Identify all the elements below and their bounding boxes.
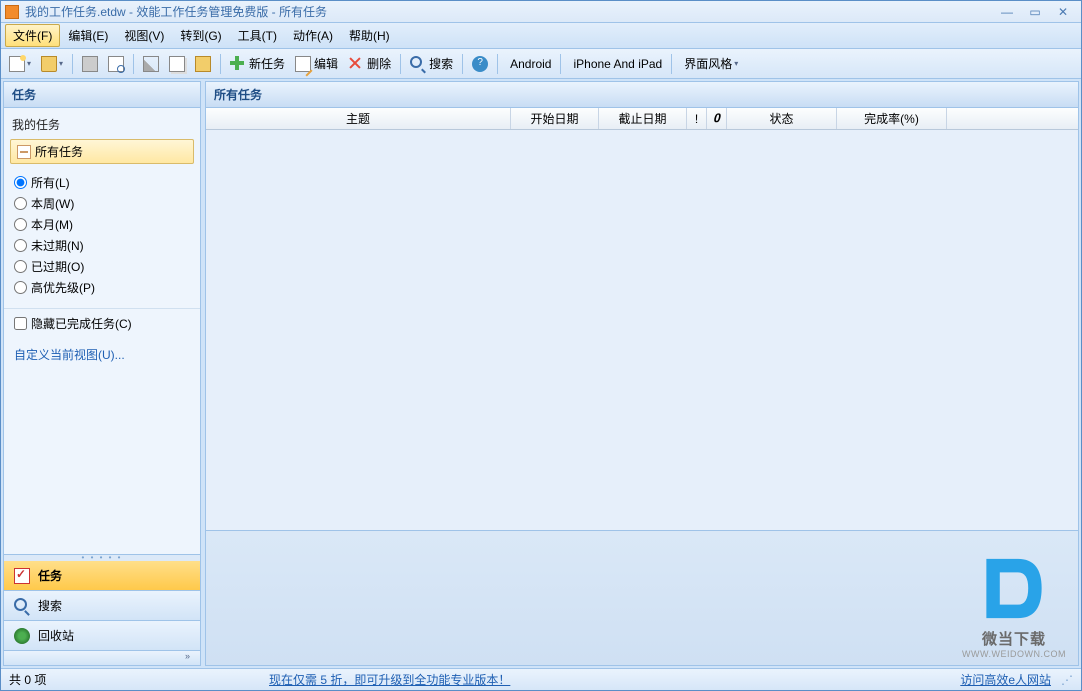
sidebar-header: 任务 [3, 81, 201, 108]
separator [462, 54, 463, 74]
tree-all-tasks[interactable]: 所有任务 [10, 139, 194, 164]
col-priority[interactable]: ! [687, 108, 707, 129]
nav-search[interactable]: 搜索 [4, 591, 200, 621]
window-title: 我的工作任务.etdw - 效能工作任务管理免费版 - 所有任务 [25, 3, 993, 20]
status-bar: 共 0 项 现在仅需 5 折，即可升级到全功能专业版本！ 访问高效e人网站 ⋰ [1, 668, 1081, 690]
filter-high-priority[interactable]: 高优先级(P) [14, 277, 190, 298]
delete-button[interactable]: 删除 [344, 52, 395, 76]
toolbar: ▾ ▾ 新任务 编辑 删除 搜索 ? Android iPhone And iP… [1, 49, 1081, 79]
col-subject[interactable]: 主题 [206, 108, 511, 129]
tree-label: 所有任务 [35, 143, 83, 160]
title-bar: 我的工作任务.etdw - 效能工作任务管理免费版 - 所有任务 — ▭ ✕ [1, 1, 1081, 23]
task-icon [17, 145, 31, 159]
col-status[interactable]: 状态 [727, 108, 837, 129]
task-icon [14, 568, 30, 584]
col-spacer [947, 108, 1078, 129]
copy-button[interactable] [165, 52, 189, 76]
close-button[interactable]: ✕ [1049, 3, 1077, 21]
separator [133, 54, 134, 74]
custom-view-link[interactable]: 自定义当前视图(U)... [14, 348, 125, 362]
filter-all[interactable]: 所有(L) [14, 172, 190, 193]
new-task-button[interactable]: 新任务 [226, 52, 289, 76]
nav-collapse[interactable]: » [4, 651, 200, 665]
content-header: 所有任务 [205, 81, 1079, 108]
preview-pane: 微当下载 WWW.WEIDOWN.COM [205, 531, 1079, 666]
col-due-date[interactable]: 截止日期 [599, 108, 687, 129]
help-button[interactable]: ? [468, 52, 492, 76]
col-start-date[interactable]: 开始日期 [511, 108, 599, 129]
menu-action[interactable]: 动作(A) [285, 24, 341, 47]
website-link[interactable]: 访问高效e人网站 [960, 673, 1051, 687]
cut-button[interactable] [139, 52, 163, 76]
android-button[interactable]: Android [503, 52, 555, 76]
separator [560, 54, 561, 74]
maximize-button[interactable]: ▭ [1021, 3, 1049, 21]
preview-button[interactable] [104, 52, 128, 76]
nav-recycle[interactable]: 回收站 [4, 621, 200, 651]
theme-button[interactable]: 界面风格▾ [677, 52, 742, 76]
separator [671, 54, 672, 74]
promo-link[interactable]: 现在仅需 5 折，即可升级到全功能专业版本！ [269, 673, 510, 687]
watermark-text: 微当下载 [962, 628, 1066, 649]
menu-bar: 文件(F) 编辑(E) 视图(V) 转到(G) 工具(T) 动作(A) 帮助(H… [1, 23, 1081, 49]
menu-goto[interactable]: 转到(G) [172, 24, 229, 47]
search-icon [14, 598, 30, 614]
separator [220, 54, 221, 74]
filter-overdue[interactable]: 已过期(O) [14, 256, 190, 277]
watermark-url: WWW.WEIDOWN.COM [962, 649, 1066, 659]
filter-not-overdue[interactable]: 未过期(N) [14, 235, 190, 256]
nav-tasks[interactable]: 任务 [4, 561, 200, 591]
table-header: 主题 开始日期 截止日期 ! 𝟎 状态 完成率(%) [206, 108, 1078, 130]
menu-tools[interactable]: 工具(T) [230, 24, 285, 47]
separator [72, 54, 73, 74]
open-button[interactable]: ▾ [37, 52, 67, 76]
table-body[interactable] [206, 130, 1078, 530]
filter-this-week[interactable]: 本周(W) [14, 193, 190, 214]
hide-completed-checkbox[interactable]: 隐藏已完成任务(C) [4, 308, 200, 338]
watermark: 微当下载 WWW.WEIDOWN.COM [962, 551, 1066, 659]
status-count: 共 0 项 [9, 671, 269, 688]
edit-button[interactable]: 编辑 [291, 52, 342, 76]
menu-file[interactable]: 文件(F) [5, 24, 60, 47]
sidebar: 任务 我的任务 所有任务 所有(L) 本周(W) 本月(M) 未过期(N) 已过… [3, 81, 201, 666]
paste-button[interactable] [191, 52, 215, 76]
filter-this-month[interactable]: 本月(M) [14, 214, 190, 235]
content-area: 所有任务 主题 开始日期 截止日期 ! 𝟎 状态 完成率(%) [205, 81, 1079, 666]
menu-help[interactable]: 帮助(H) [341, 24, 398, 47]
search-button[interactable]: 搜索 [406, 52, 457, 76]
new-doc-button[interactable]: ▾ [5, 52, 35, 76]
col-completion[interactable]: 完成率(%) [837, 108, 947, 129]
menu-view[interactable]: 视图(V) [116, 24, 172, 47]
menu-edit[interactable]: 编辑(E) [60, 24, 116, 47]
minimize-button[interactable]: — [993, 3, 1021, 21]
print-button[interactable] [78, 52, 102, 76]
separator [497, 54, 498, 74]
col-attachment[interactable]: 𝟎 [707, 108, 727, 129]
iphone-button[interactable]: iPhone And iPad [566, 52, 666, 76]
separator [400, 54, 401, 74]
app-icon [5, 5, 19, 19]
resize-grip[interactable]: ⋰ [1061, 673, 1073, 687]
recycle-icon [14, 628, 30, 644]
watermark-logo [974, 551, 1054, 626]
my-tasks-heading: 我的任务 [4, 112, 200, 137]
